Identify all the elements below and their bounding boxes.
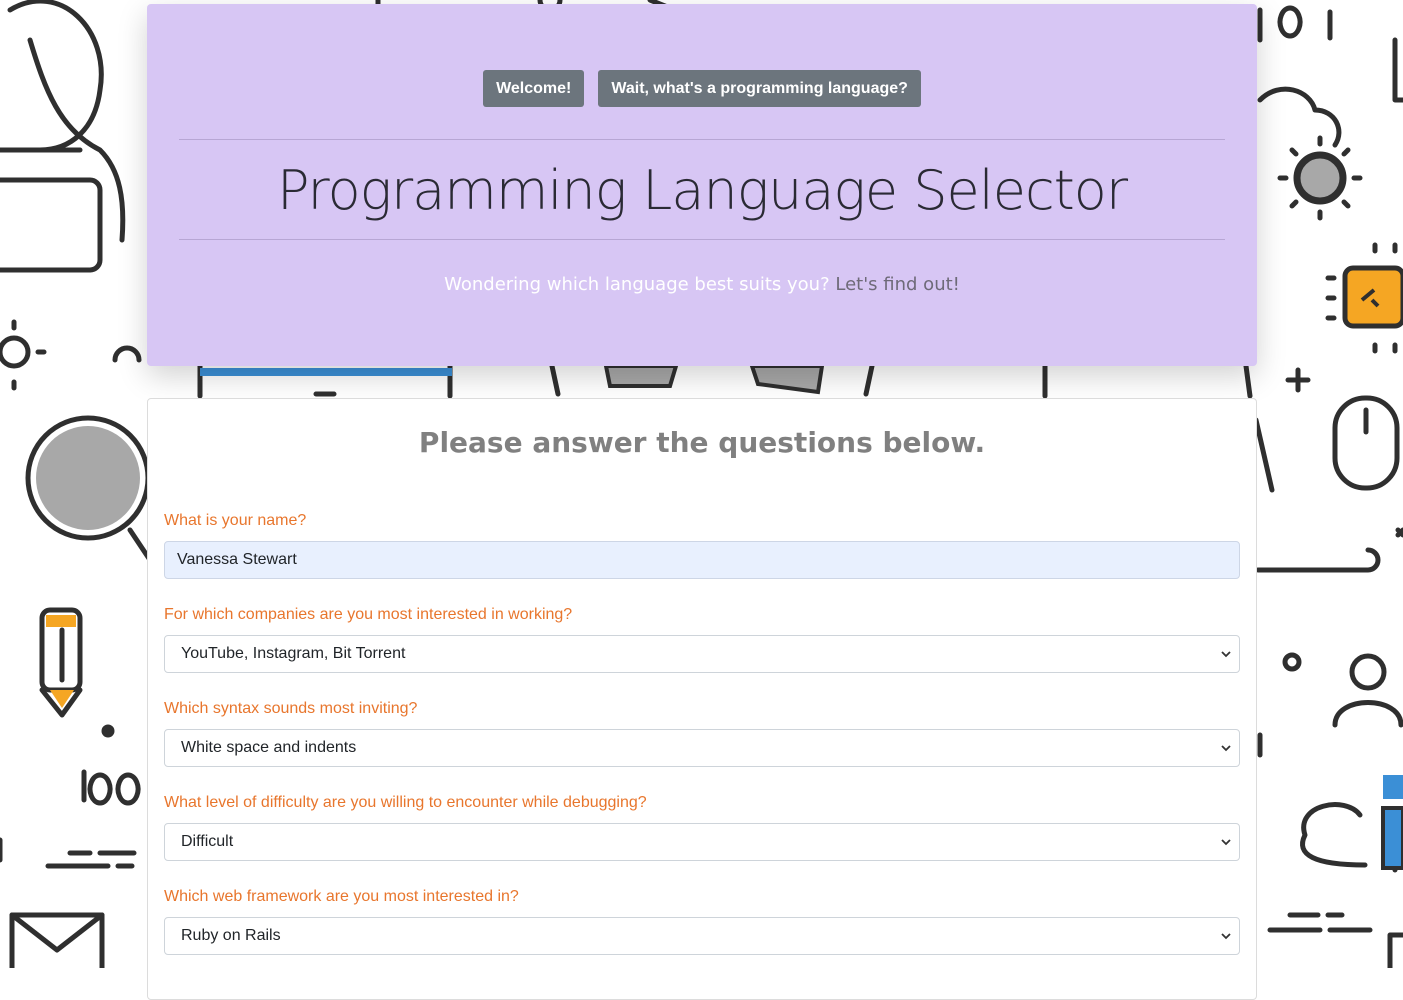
questionnaire-card: Please answer the questions below. What … xyxy=(147,398,1257,1000)
header-jumbotron: Welcome! Wait, what's a programming lang… xyxy=(147,4,1257,366)
chevron-down-icon xyxy=(1221,933,1231,940)
divider-top xyxy=(179,139,1225,140)
name-input[interactable]: Vanessa Stewart xyxy=(164,541,1240,579)
difficulty-label: What level of difficulty are you willing… xyxy=(164,794,647,811)
form-heading: Please answer the questions below. xyxy=(418,426,986,459)
chevron-down-icon xyxy=(1221,651,1231,658)
companies-selected-value: YouTube, Instagram, Bit Torrent xyxy=(181,645,406,662)
syntax-selected-value: White space and indents xyxy=(181,739,357,756)
companies-label: For which companies are you most interes… xyxy=(164,606,573,623)
syntax-select[interactable]: White space and indents xyxy=(164,729,1240,767)
difficulty-select[interactable]: Difficult xyxy=(164,823,1240,861)
lead-text: Wondering which language best suits you?… xyxy=(147,274,1257,295)
divider-bottom xyxy=(179,239,1225,240)
page-title: Programming Language Selector xyxy=(276,159,1128,222)
what-is-programming-language-button[interactable]: Wait, what's a programming language? xyxy=(598,70,921,107)
lead-accent: Let's find out! xyxy=(835,274,960,295)
nav-button-row: Welcome! Wait, what's a programming lang… xyxy=(147,70,1257,107)
difficulty-selected-value: Difficult xyxy=(181,833,234,850)
syntax-label: Which syntax sounds most inviting? xyxy=(164,700,418,717)
framework-label: Which web framework are you most interes… xyxy=(164,888,519,905)
chevron-down-icon xyxy=(1221,839,1231,846)
framework-select[interactable]: Ruby on Rails xyxy=(164,917,1240,955)
companies-select[interactable]: YouTube, Instagram, Bit Torrent xyxy=(164,635,1240,673)
name-label: What is your name? xyxy=(164,512,307,529)
welcome-button[interactable]: Welcome! xyxy=(483,70,585,107)
lead-question: Wondering which language best suits you? xyxy=(444,274,830,295)
framework-selected-value: Ruby on Rails xyxy=(181,927,281,944)
chevron-down-icon xyxy=(1221,745,1231,752)
